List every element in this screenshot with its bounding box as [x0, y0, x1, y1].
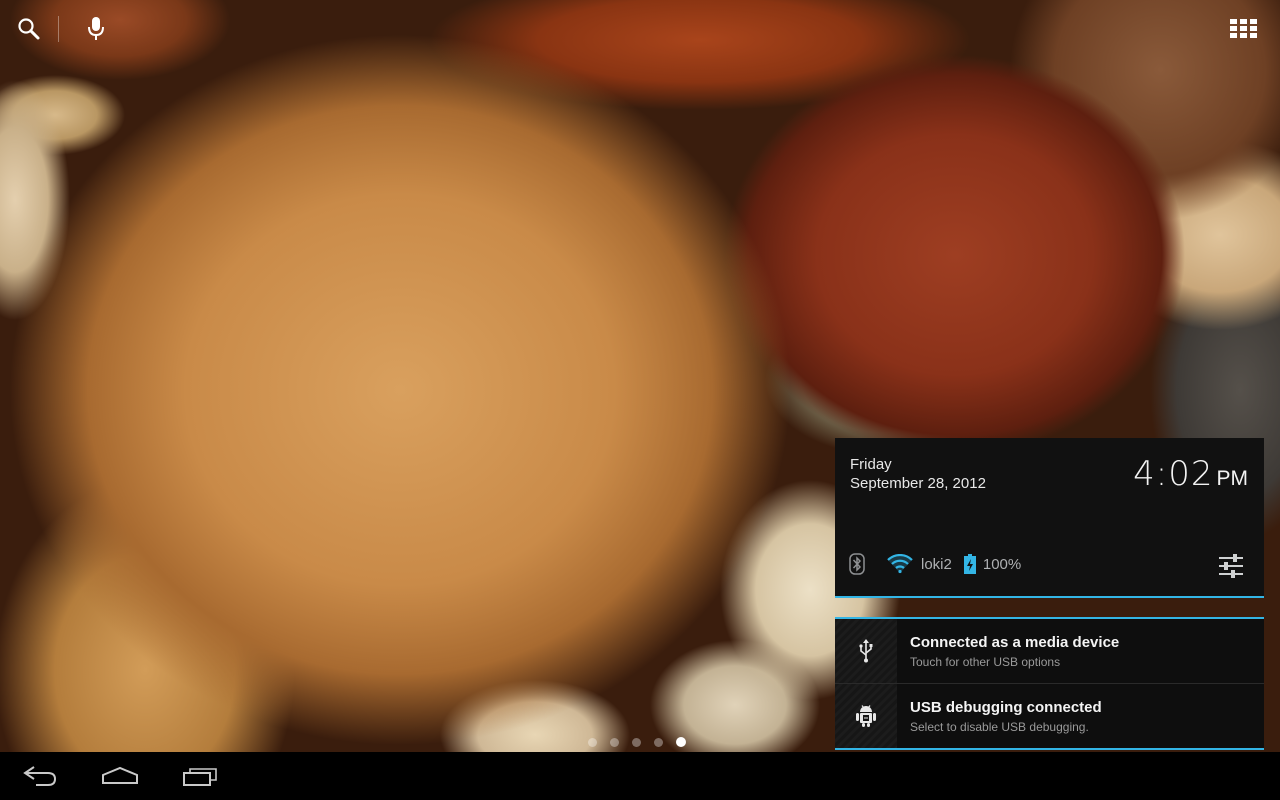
notification-header: Friday September 28, 2012 4:02 PM loki2 …	[835, 438, 1264, 598]
page-dot	[588, 737, 597, 747]
notification-list: Connected as a media device Touch for ot…	[835, 617, 1264, 750]
clock-time: 4:02	[1133, 454, 1214, 494]
bluetooth-icon	[849, 553, 865, 575]
notification-panel: Friday September 28, 2012 4:02 PM loki2 …	[835, 438, 1264, 750]
page-dot-active	[676, 737, 686, 747]
recent-apps-icon[interactable]	[178, 762, 222, 790]
search-icon[interactable]	[14, 14, 44, 44]
notification-usb-debugging[interactable]: USB debugging connected Select to disabl…	[835, 683, 1264, 748]
notification-icon-cell	[835, 684, 897, 748]
android-debug-icon	[855, 704, 877, 728]
notification-subtitle: Select to disable USB debugging.	[910, 719, 1089, 734]
notification-title: USB debugging connected	[910, 698, 1102, 716]
search-bar	[14, 14, 111, 44]
page-indicator	[588, 737, 686, 747]
navigation-bar	[0, 752, 1280, 800]
notification-title: Connected as a media device	[910, 633, 1120, 651]
battery-percent: 100%	[982, 555, 1022, 573]
notification-usb-media[interactable]: Connected as a media device Touch for ot…	[835, 619, 1264, 683]
microphone-icon[interactable]	[81, 14, 111, 44]
day-label: Friday	[850, 456, 892, 473]
battery-icon	[963, 554, 976, 574]
wifi-name: loki2	[921, 555, 952, 573]
all-apps-grid-icon[interactable]	[1226, 14, 1262, 44]
status-row: loki2 100%	[849, 552, 1250, 576]
page-dot	[610, 737, 619, 747]
clock-ampm: PM	[1216, 467, 1249, 490]
wifi-icon	[887, 554, 913, 574]
page-dot	[654, 737, 663, 747]
usb-icon	[858, 639, 874, 663]
page-dot	[632, 737, 641, 747]
clock: 4:02 PM	[1133, 454, 1248, 494]
search-divider	[58, 16, 59, 42]
home-icon[interactable]	[98, 762, 142, 790]
notification-icon-cell	[835, 619, 897, 683]
quick-settings-icon[interactable]	[1216, 552, 1246, 580]
date-label: September 28, 2012	[850, 475, 986, 492]
notification-subtitle: Touch for other USB options	[910, 654, 1061, 669]
back-icon[interactable]	[18, 762, 62, 790]
